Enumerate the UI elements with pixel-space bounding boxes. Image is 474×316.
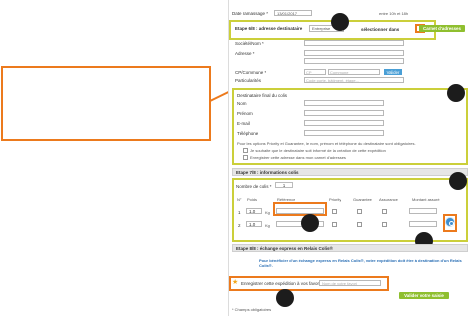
callout-box: [1, 66, 211, 141]
notify-recipient-label: Je souhaite que le destinataire soit inf…: [250, 148, 386, 153]
row2-weight-input[interactable]: 1.0: [246, 221, 262, 227]
step8-title: Etape 8/8 : échange express en Relais Co…: [232, 244, 468, 252]
col-header-weight: Poids: [247, 197, 258, 202]
particularities-label: Particularités: [235, 78, 262, 83]
row1-priority-checkbox[interactable]: [332, 209, 337, 214]
particularities-input[interactable]: Code porte, bâtiment, étage...: [304, 77, 404, 83]
firstname-label: Prénom: [237, 111, 253, 116]
postcode-label: CP/Commune *: [235, 70, 267, 75]
row1-insured-amount-input[interactable]: [409, 208, 437, 214]
favorite-label: Enregistrer cette expédition à vos favor…: [241, 281, 323, 286]
email-label: E-mail: [237, 121, 250, 126]
star-icon: ★: [232, 279, 239, 286]
lastname-input[interactable]: [304, 100, 384, 106]
col-header-guarantee: Guarantee: [353, 197, 372, 202]
row2-insurance-checkbox[interactable]: [382, 222, 387, 227]
address-label: Adresse *: [235, 51, 255, 56]
phone-input[interactable]: [304, 130, 384, 136]
required-fields-note: * Champs obligatoires: [232, 307, 272, 312]
row2-number: 2: [238, 223, 241, 228]
step7-title: Etape 7/8 : informations colis: [232, 168, 468, 176]
row1-reference-input[interactable]: [276, 208, 324, 214]
email-input[interactable]: [304, 120, 384, 126]
row2-guarantee-checkbox[interactable]: [357, 222, 362, 227]
select-from-label: sélectionner dans: [361, 27, 400, 32]
col-header-insured-amount: Montant assuré: [412, 197, 440, 202]
priority-info-note: Pour les options Priority et Guarantee, …: [237, 141, 416, 146]
submit-button[interactable]: Valider votre saisie: [399, 292, 449, 299]
marker-dot-6: [276, 289, 294, 307]
row1-insurance-checkbox[interactable]: [382, 209, 387, 214]
add-parcel-icon[interactable]: [445, 217, 455, 227]
col-header-insurance: Assurance: [379, 197, 398, 202]
validate-city-button[interactable]: Valider: [384, 69, 402, 75]
col-header-number: N°: [237, 197, 242, 202]
hours-note: entre 10h et 18h: [379, 11, 409, 16]
row1-weight-unit: Kg: [265, 210, 270, 215]
row1-number: 1: [238, 210, 241, 215]
marker-dot-3: [449, 172, 467, 190]
relais-note: Pour bénéficier d'un échange express en …: [259, 258, 462, 268]
notify-recipient-checkbox[interactable]: [243, 148, 248, 153]
marker-dot-1: [331, 13, 349, 31]
date-label: Date ramassage *: [232, 11, 269, 16]
save-address-label: Enregistrer cette adresse dans mon carne…: [250, 155, 346, 160]
address-input[interactable]: [304, 50, 404, 56]
firstname-input[interactable]: [304, 110, 384, 116]
favorite-name-input[interactable]: Nom de votre favori: [319, 280, 381, 286]
row2-priority-checkbox[interactable]: [332, 222, 337, 227]
shipment-form: Date ramassage * 13/01/2017 entre 10h et…: [228, 0, 472, 316]
address-book-button[interactable]: Carnet d'adresses: [419, 25, 465, 32]
city-input[interactable]: Commune: [328, 69, 380, 75]
parcel-count-input[interactable]: 1: [275, 182, 293, 188]
marker-dot-2: [447, 84, 465, 102]
save-address-checkbox[interactable]: [243, 155, 248, 160]
phone-label: Téléphone: [237, 131, 259, 136]
parcel-count-label: Nombre de colis *: [236, 184, 272, 189]
date-input[interactable]: 13/01/2017: [274, 10, 312, 16]
row2-insured-amount-input[interactable]: [409, 221, 437, 227]
company-input[interactable]: [304, 40, 404, 46]
address-line2-input[interactable]: [304, 58, 404, 64]
final-recipient-title: Destinataire final du colis: [237, 93, 288, 98]
lastname-label: Nom: [237, 101, 247, 106]
row2-weight-unit: Kg: [265, 223, 270, 228]
row1-weight-input[interactable]: 1.0: [246, 208, 262, 214]
postcode-input[interactable]: CP: [304, 69, 326, 75]
marker-dot-4: [301, 214, 319, 232]
company-label: Société/Nom *: [235, 41, 264, 46]
row1-guarantee-checkbox[interactable]: [357, 209, 362, 214]
col-header-priority: Priority: [329, 197, 342, 202]
